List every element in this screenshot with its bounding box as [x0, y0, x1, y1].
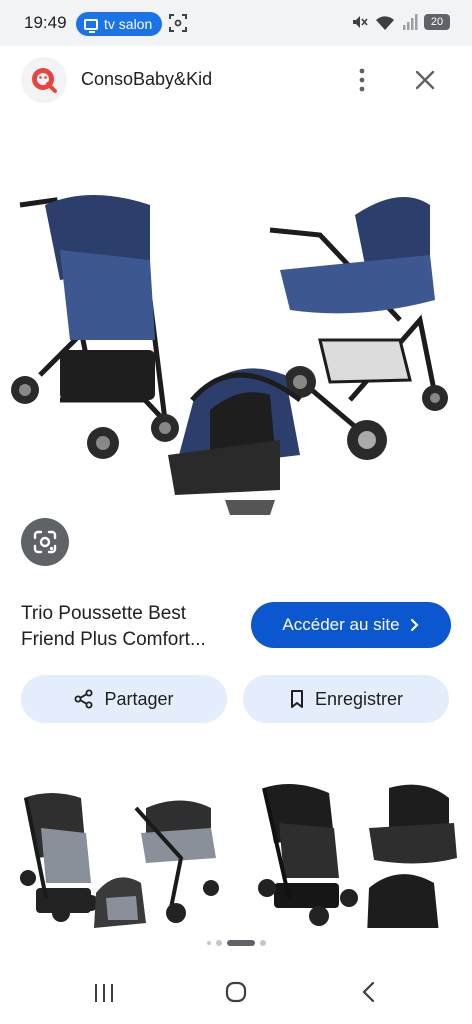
- pager-dot: [259, 940, 266, 946]
- stroller-carrycot-unit: [269, 197, 448, 460]
- product-title[interactable]: Trio Poussette Best Friend Plus Comfort.…: [21, 601, 236, 653]
- share-button[interactable]: Partager: [21, 675, 227, 723]
- status-bar: 19:49 tv salon 20: [0, 0, 472, 46]
- cast-label: tv salon: [104, 16, 153, 32]
- mute-icon: [353, 16, 368, 28]
- related-results: [0, 748, 472, 928]
- car-seat-unit: [168, 368, 302, 515]
- back-icon[interactable]: [360, 981, 378, 1003]
- pager-dot-active: [226, 940, 255, 946]
- related-product-image: [239, 748, 467, 928]
- pager-dot: [215, 940, 222, 946]
- carousel-pager: [0, 937, 472, 949]
- visit-site-button[interactable]: Accéder au site: [251, 602, 451, 648]
- signal-icon: [403, 14, 418, 30]
- home-icon[interactable]: [225, 981, 247, 1003]
- related-product-image: [6, 748, 234, 928]
- chevron-right-icon: [410, 618, 419, 632]
- share-label: Partager: [104, 688, 174, 709]
- more-vert-icon[interactable]: [350, 66, 374, 94]
- save-button[interactable]: Enregistrer: [243, 675, 449, 723]
- q-logo-icon: [32, 68, 57, 93]
- lens-result-header: ConsoBaby&Kid: [0, 46, 472, 116]
- related-result-card[interactable]: [239, 748, 467, 928]
- visit-site-label: Accéder au site: [282, 615, 400, 634]
- lens-search-button[interactable]: [21, 518, 69, 566]
- save-label: Enregistrer: [314, 688, 404, 709]
- screenshot-scan-icon: [169, 14, 187, 32]
- recent-apps-icon[interactable]: [93, 982, 115, 1004]
- site-name[interactable]: ConsoBaby&Kid: [81, 69, 212, 90]
- stroller-seat-unit: [11, 195, 179, 459]
- share-icon: [74, 689, 93, 709]
- product-image[interactable]: [0, 170, 472, 530]
- pager-dot: [206, 941, 211, 945]
- related-result-card[interactable]: [6, 748, 234, 928]
- close-icon[interactable]: [411, 66, 439, 94]
- status-icons: 20: [350, 13, 450, 31]
- wifi-icon: [376, 16, 394, 30]
- cast-chip[interactable]: tv salon: [76, 12, 163, 36]
- tv-icon: [84, 18, 98, 33]
- battery-icon: 20: [424, 14, 450, 30]
- status-time: 19:49: [24, 13, 67, 32]
- site-logo: [21, 57, 67, 103]
- system-nav-bar: [0, 960, 472, 1024]
- lens-search-icon: [33, 530, 57, 554]
- bookmark-icon: [290, 690, 303, 708]
